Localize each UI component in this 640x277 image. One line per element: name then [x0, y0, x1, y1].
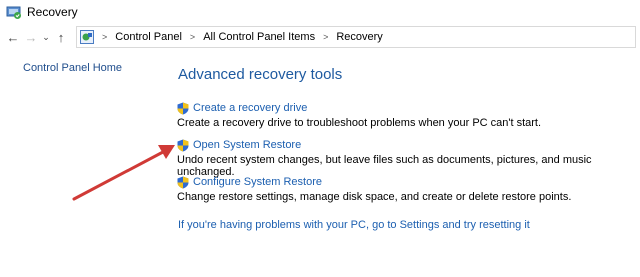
red-annotation-arrow-icon [72, 145, 175, 201]
